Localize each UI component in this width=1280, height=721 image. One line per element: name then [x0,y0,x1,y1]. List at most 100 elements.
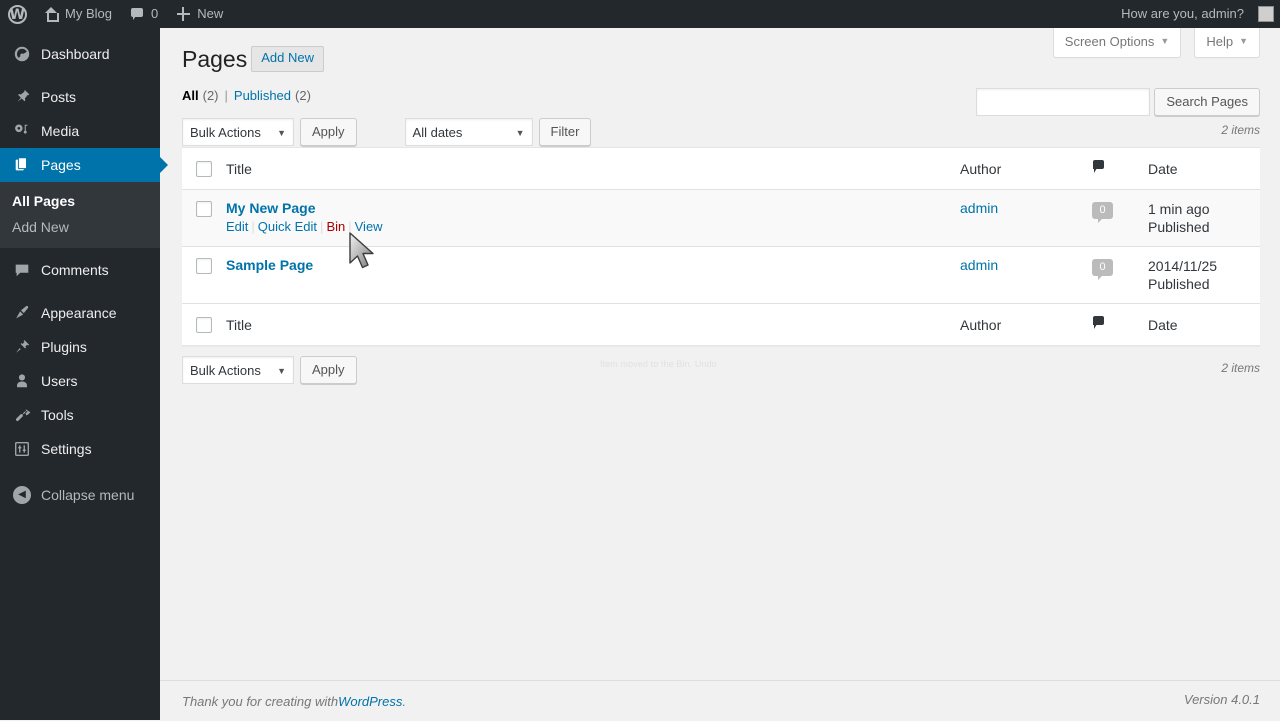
sidebar-item-dashboard[interactable]: Dashboard [0,37,160,71]
bulk-actions-select-top[interactable]: Bulk Actions ▼ [182,118,294,146]
page-title-link[interactable]: Sample Page [226,257,313,273]
wordpress-logo-button[interactable]: W [0,0,34,28]
admin-bar-right: How are you, admin? [1112,0,1280,28]
apply-button-top[interactable]: Apply [300,118,357,146]
sidebar-item-collapse-menu[interactable]: ◀ Collapse menu [0,478,160,512]
sidebar-item-label: Appearance [41,305,117,321]
comments-count-label: 0 [151,0,158,28]
displaying-num-bottom: 2 items [1221,361,1260,375]
date-filter-select[interactable]: All dates ▼ [405,118,533,146]
row-author-cell: admin [950,190,1082,247]
table-row: My New Page Edit|Quick Edit|Bin|View adm… [182,190,1260,247]
search-input[interactable] [976,88,1150,116]
wordpress-link[interactable]: WordPress [338,694,402,709]
version-label: Version 4.0.1 [1184,692,1260,707]
filter-published[interactable]: Published(2) [234,88,311,103]
comment-count-badge[interactable]: 0 [1092,202,1113,219]
select-all-checkbox-top[interactable] [196,161,212,177]
help-label: Help [1206,34,1233,50]
row-action-view[interactable]: View [355,219,383,234]
chevron-down-icon: ▼ [516,128,525,138]
comment-bubble-icon [1092,159,1106,175]
select-all-checkbox-bottom[interactable] [196,317,212,333]
apply-button-bottom[interactable]: Apply [300,356,357,384]
comments-bubble-button[interactable]: 0 [121,0,167,28]
row-date-value: 2014/11/25 [1148,257,1250,275]
sidebar-item-appearance[interactable]: Appearance [0,296,160,330]
row-action-edit[interactable]: Edit [226,219,248,234]
add-new-page-button[interactable]: Add New [251,46,324,72]
sidebar-item-tools[interactable]: Tools [0,398,160,432]
row-date-status: Published [1148,218,1250,236]
sidebar-item-comments[interactable]: Comments [0,253,160,287]
select-all-header [182,148,216,190]
screen-options-button[interactable]: Screen Options ▼ [1053,28,1182,58]
table-foot: Title Author Date [182,304,1260,346]
row-title-cell: My New Page Edit|Quick Edit|Bin|View [216,190,950,247]
chevron-down-icon: ▼ [277,128,286,138]
row-checkbox[interactable] [196,201,212,217]
filter-published-label[interactable]: Published [234,88,291,103]
row-comments-cell: 0 [1082,247,1138,304]
row-date-status: Published [1148,275,1250,293]
row-checkbox[interactable] [196,258,212,274]
filter-button[interactable]: Filter [539,118,592,146]
sidebar-item-settings[interactable]: Settings [0,432,160,466]
screen-meta-links: Screen Options ▼ Help ▼ [1053,28,1260,58]
sidebar-item-pages[interactable]: Pages [0,148,160,182]
wrench-icon [12,405,32,425]
fading-undo-notice: Item moved to the Bin. Undo [600,359,717,369]
bulk-actions-select-bottom[interactable]: Bulk Actions ▼ [182,356,294,384]
column-footer-date[interactable]: Date [1138,304,1260,346]
page-title-link[interactable]: My New Page [226,200,315,216]
filter-all[interactable]: All(2) [182,88,219,103]
sidebar-item-label: Settings [41,441,92,457]
admin-bar-left: W My Blog 0 New [0,0,232,28]
new-content-button[interactable]: New [167,0,232,28]
column-header-comments[interactable] [1082,148,1138,190]
site-name-label: My Blog [65,0,112,28]
table-head: Title Author Date [182,148,1260,190]
sidebar-item-plugins[interactable]: Plugins [0,330,160,364]
howdy-label: How are you, admin? [1121,0,1252,28]
sidebar-item-label: Plugins [41,339,87,355]
collapse-arrow-icon: ◀ [12,485,32,505]
bulk-actions-label: Bulk Actions [190,363,261,378]
sidebar-subitem-add-new[interactable]: Add New [0,214,160,240]
column-footer-title[interactable]: Title [216,304,950,346]
page-wrap: PagesAdd New All(2) | Published(2) Searc… [160,28,1280,385]
search-pages-button[interactable]: Search Pages [1154,88,1260,116]
column-header-author[interactable]: Author [950,148,1082,190]
column-header-date[interactable]: Date [1138,148,1260,190]
sidebar-item-label: Collapse menu [41,487,134,503]
site-name-button[interactable]: My Blog [34,0,121,28]
sidebar-item-label: Tools [41,407,74,423]
select-all-footer [182,304,216,346]
row-action-bin[interactable]: Bin [326,219,345,234]
row-action-separator: | [248,219,257,234]
tablenav-top: Bulk Actions ▼ Apply All dates ▼ Filter … [182,117,1260,147]
search-box: Search Pages [976,88,1260,116]
comment-count-badge[interactable]: 0 [1092,259,1113,276]
sidebar-item-users[interactable]: Users [0,364,160,398]
row-action-quick-edit[interactable]: Quick Edit [258,219,317,234]
pages-submenu: All Pages Add New [0,182,160,248]
sidebar-item-label: Media [41,123,79,139]
table-row: Sample Page Edit|Quick Edit|Bin|View adm… [182,247,1260,304]
column-footer-comments[interactable] [1082,304,1138,346]
help-button[interactable]: Help ▼ [1194,28,1260,58]
bulk-actions-label: Bulk Actions [190,125,261,140]
sidebar-item-media[interactable]: Media [0,114,160,148]
column-footer-author[interactable]: Author [950,304,1082,346]
account-menu-button[interactable]: How are you, admin? [1112,0,1280,28]
column-header-title[interactable]: Title [216,148,950,190]
table-footer-row: Title Author Date [182,304,1260,346]
author-link[interactable]: admin [960,200,998,216]
sidebar-subitem-all-pages[interactable]: All Pages [0,188,160,214]
tablenav-bottom: Bulk Actions ▼ Apply Item moved to the B… [182,355,1260,385]
footer-thanks-suffix: . [402,694,406,709]
sidebar-item-posts[interactable]: Posts [0,80,160,114]
displaying-num-top: 2 items [1221,123,1260,137]
plus-icon [176,7,191,22]
author-link[interactable]: admin [960,257,998,273]
